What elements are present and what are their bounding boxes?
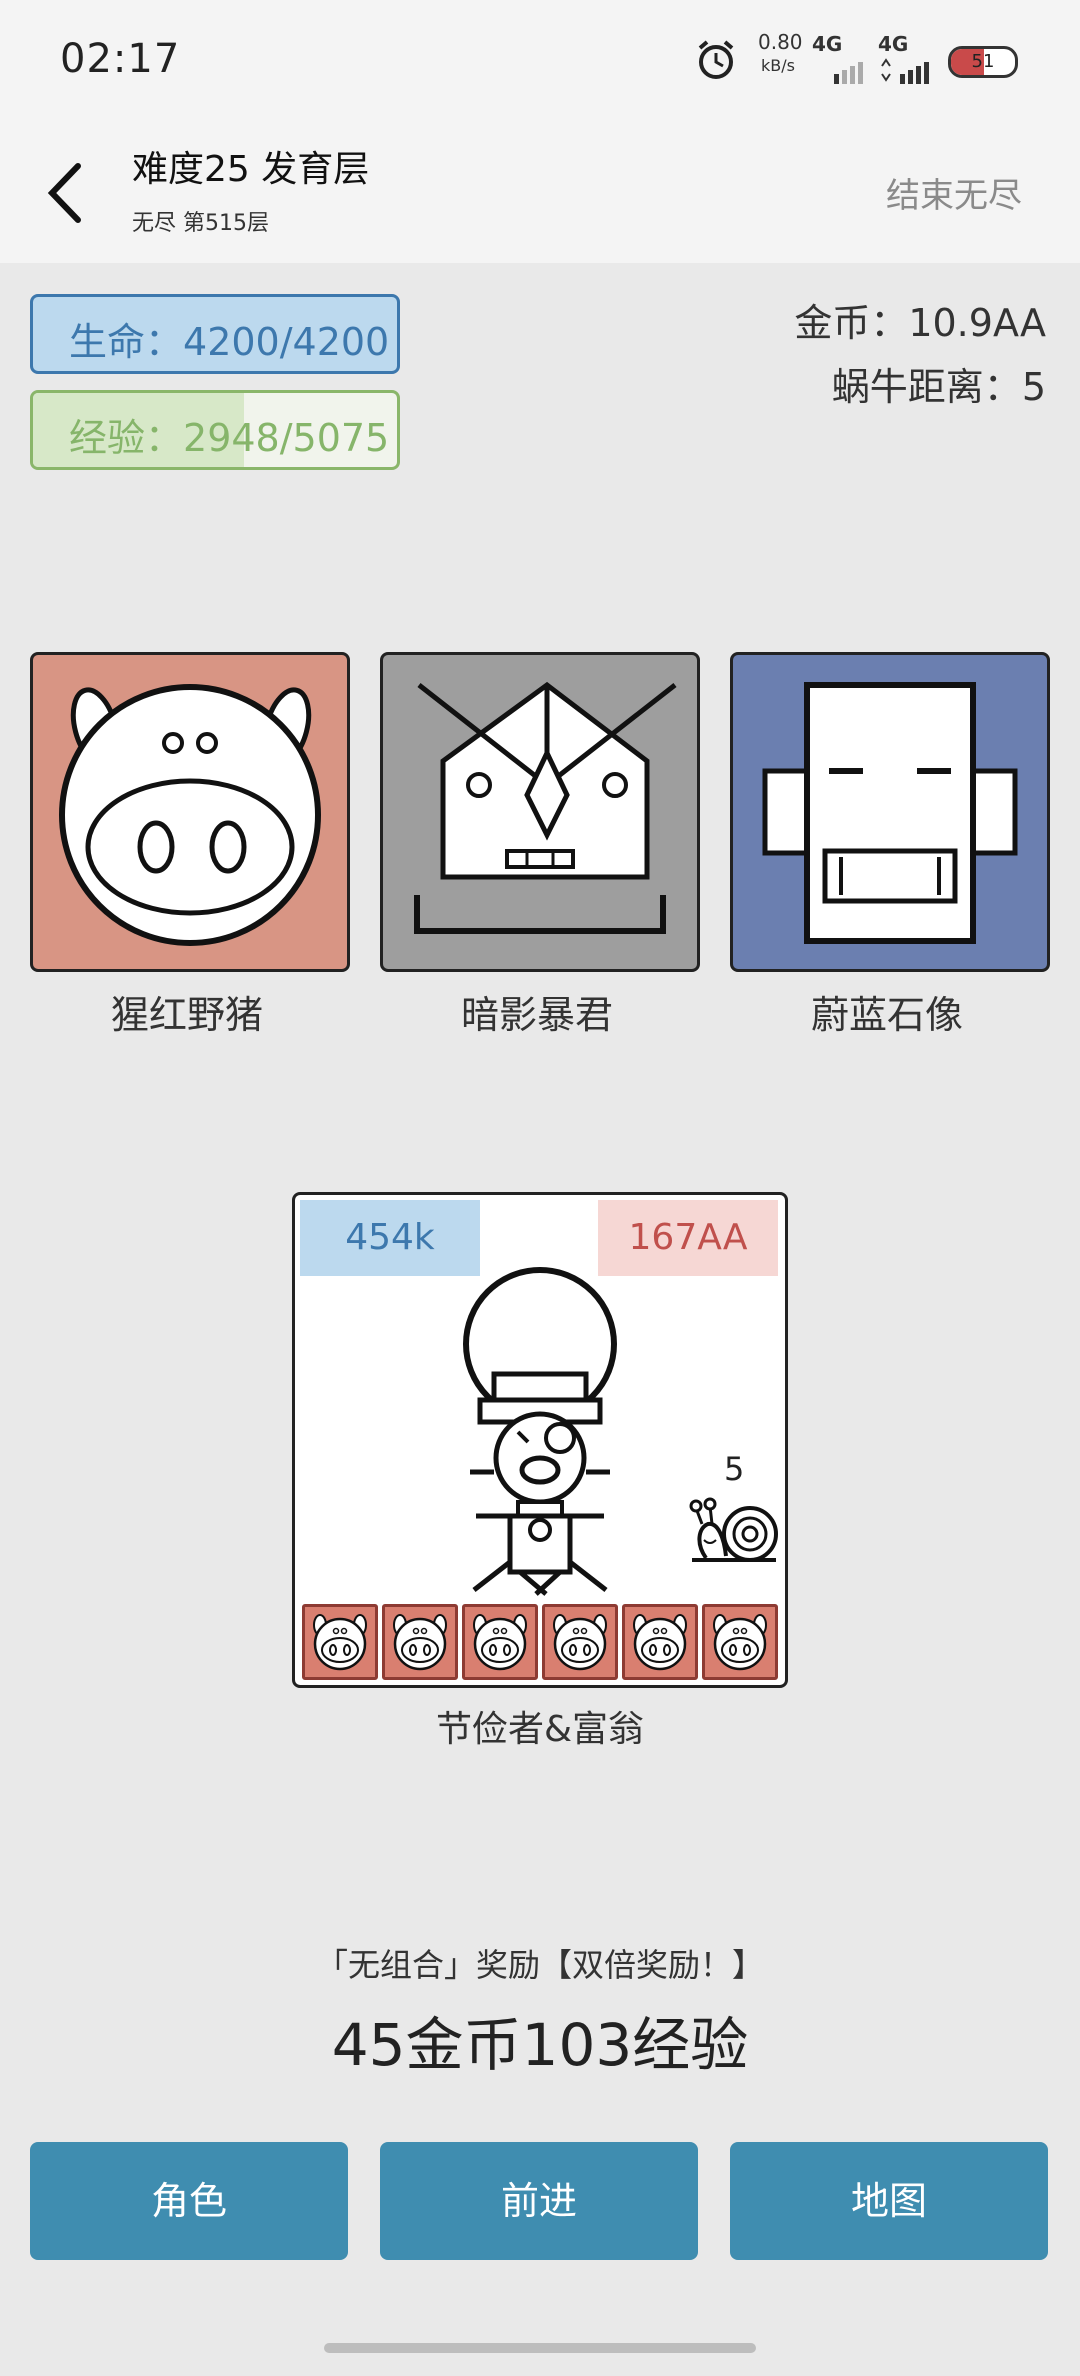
enemy-card-statue[interactable] [730, 652, 1050, 972]
network-speed: 0.80 kB/s [758, 30, 803, 75]
signal-bars-icon [881, 58, 929, 84]
back-arrow-icon[interactable] [40, 158, 90, 228]
hp-bar: 生命：4200/4200 [30, 294, 400, 374]
player-character-icon [463, 1267, 617, 1596]
boar-icon [393, 1614, 447, 1671]
damage-badge: 167AA [598, 1200, 778, 1276]
home-indicator[interactable] [324, 2343, 756, 2353]
mini-pig-5 [622, 1604, 698, 1680]
reward-description: 「无组合」奖励【双倍奖励！】 [315, 1946, 764, 1984]
statue-icon [762, 682, 1018, 944]
end-endless-button[interactable]: 结束无尽 [886, 168, 1022, 217]
hp-value: 4200/4200 [183, 320, 390, 364]
map-button[interactable]: 地图 [730, 2142, 1048, 2260]
exp-bar: 经验：2948/5075 [30, 390, 400, 470]
role-button[interactable]: 角色 [30, 2142, 348, 2260]
enemy-name-statue: 蔚蓝石像 [810, 993, 963, 1037]
boar-icon [313, 1614, 367, 1671]
mini-pig-1 [302, 1604, 378, 1680]
attack-badge: 454k [300, 1200, 480, 1276]
page-subtitle: 无尽 第515层 [132, 211, 269, 236]
snail-count: 5 [724, 1450, 745, 1488]
boar-icon [713, 1614, 767, 1671]
signal-1: 4G [812, 32, 872, 90]
boar-icon [633, 1614, 687, 1671]
mini-pig-4 [542, 1604, 618, 1680]
enemy-name-tyrant: 暗影暴君 [460, 993, 613, 1037]
enemy-card-boar[interactable] [30, 652, 350, 972]
battery-indicator: 51 [948, 46, 1018, 78]
gold-value: 10.9AA [908, 301, 1046, 345]
forward-button[interactable]: 前进 [380, 2142, 698, 2260]
boar-icon [473, 1614, 527, 1671]
clock: 02:17 [60, 36, 181, 82]
boar-icon [59, 684, 321, 946]
exp-value: 2948/5075 [183, 416, 390, 460]
hp-label: 生命： [69, 320, 184, 364]
gold-label: 金币： [794, 301, 909, 345]
snail-distance-label: 蜗牛距离： [831, 365, 1022, 409]
gold-display: 金币：10.9AA [794, 292, 1046, 347]
mini-pig-6 [702, 1604, 778, 1680]
enemy-card-tyrant[interactable] [380, 652, 700, 972]
tyrant-icon [414, 681, 677, 934]
signal-2: 4G [878, 32, 938, 90]
mini-pig-3 [462, 1604, 538, 1680]
page-title: 难度25 发育层 [132, 149, 370, 190]
alarm-icon [698, 40, 734, 79]
enemy-name-boar: 猩红野猪 [110, 993, 263, 1037]
boar-icon [553, 1614, 607, 1671]
snail-distance-value: 5 [1021, 365, 1046, 409]
reward-amount: 45金币103经验 [331, 2011, 749, 2079]
mini-pig-2 [382, 1604, 458, 1680]
signal-bars-icon [834, 62, 863, 84]
snail-distance-display: 蜗牛距离：5 [832, 356, 1046, 411]
snail-icon [689, 1497, 778, 1562]
player-name: 节俭者&富翁 [435, 1709, 645, 1750]
exp-label: 经验： [69, 416, 184, 460]
